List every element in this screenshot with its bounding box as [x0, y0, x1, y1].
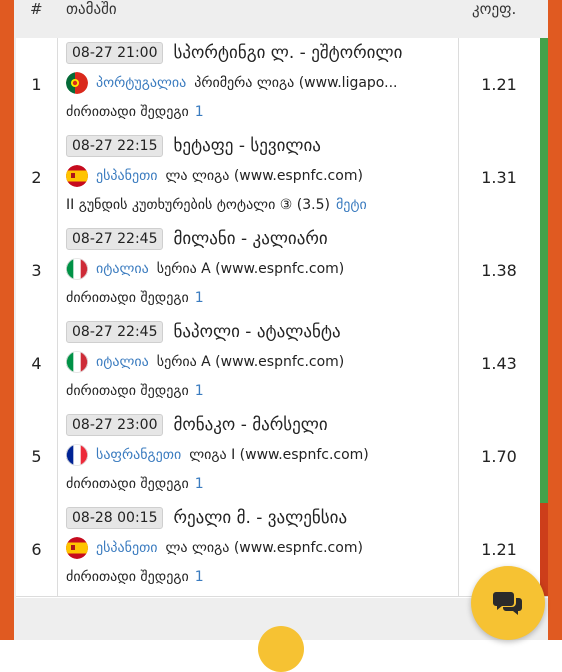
match-time: 08-27 22:15: [66, 135, 164, 157]
odds-value: 1.31: [481, 168, 517, 187]
frame-right: [548, 0, 562, 640]
league-name: სერია A (www.espnfc.com): [156, 261, 345, 277]
spain-flag-icon: [66, 537, 88, 559]
market-name: ძირითადი შედეგი: [66, 476, 189, 492]
row-main: 08-27 22:45 ნაპოლი - ატალანტა იტალია სერი…: [58, 317, 459, 410]
match-time: 08-27 21:00: [66, 42, 164, 64]
match-name[interactable]: რეალი მ. - ვალენსია: [173, 508, 347, 528]
country-link[interactable]: ესპანეთი: [96, 540, 158, 556]
match-time: 08-28 00:15: [66, 507, 164, 529]
row-number: 2: [16, 131, 58, 224]
market-name: ძირითადი შედეგი: [66, 104, 189, 120]
chat-bubbles-icon: [493, 592, 522, 615]
header-num: #: [30, 0, 43, 18]
france-flag-icon: [66, 444, 88, 466]
row-number: 5: [16, 410, 58, 503]
match-time: 08-27 22:45: [66, 321, 164, 343]
table-row[interactable]: 6 08-28 00:15 რეალი მ. - ვალენსია ესპანეთ…: [16, 503, 548, 597]
row-number: 3: [16, 224, 58, 317]
row-main: 08-27 21:00 სპორტინგი ლ. - ეშტორილი პორტუ…: [58, 38, 459, 131]
market-more-link[interactable]: მეტი: [336, 197, 367, 213]
country-link[interactable]: პორტუგალია: [96, 75, 186, 91]
league-name: სერია A (www.espnfc.com): [156, 354, 345, 370]
result-stripe-loss: [540, 503, 548, 596]
match-time: 08-27 22:45: [66, 228, 164, 250]
result-stripe-win: [540, 317, 548, 410]
row-main: 08-27 22:15 ხეტაფე - სევილია ესპანეთი ლა …: [58, 131, 459, 224]
match-name[interactable]: ნაპოლი - ატალანტა: [173, 322, 340, 342]
odds-value: 1.70: [481, 447, 517, 466]
market-count[interactable]: 1: [195, 569, 204, 585]
result-stripe-win: [540, 224, 548, 317]
scroll-button[interactable]: [258, 626, 304, 672]
result-stripe-win: [540, 38, 548, 131]
row-number: 1: [16, 38, 58, 131]
italy-flag-icon: [66, 351, 88, 373]
row-number: 4: [16, 317, 58, 410]
market-name: ძირითადი შედეგი: [66, 383, 189, 399]
match-name[interactable]: მილანი - კალიარი: [173, 229, 327, 249]
bets-panel: # თამაში კოეფ. 1 08-27 21:00 სპორტინგი ლ.…: [14, 0, 548, 640]
row-main: 08-28 00:15 რეალი მ. - ვალენსია ესპანეთი …: [58, 503, 459, 596]
country-link[interactable]: საფრანგეთი: [96, 447, 181, 463]
header-odds: კოეფ.: [472, 0, 517, 18]
row-main: 08-27 22:45 მილანი - კალიარი იტალია სერია…: [58, 224, 459, 317]
league-name: ლა ლიგა (www.espnfc.com): [165, 540, 363, 556]
table-header: # თამაში კოეფ.: [14, 0, 548, 38]
market-name: ძირითადი შედეგი: [66, 290, 189, 306]
league-name: პრიმერა ლიგა (www.ligapo...: [194, 75, 398, 91]
market-count[interactable]: 1: [195, 290, 204, 306]
row-main: 08-27 23:00 მონაკო - მარსელი საფრანგეთი ლ…: [58, 410, 459, 503]
match-name[interactable]: მონაკო - მარსელი: [173, 415, 327, 435]
result-stripe-win: [540, 131, 548, 224]
league-name: ლიგა I (www.espnfc.com): [189, 447, 369, 463]
odds-value: 1.21: [481, 75, 517, 94]
market-name: II გუნდის კუთხურების ტოტალი ③ (3.5): [66, 197, 330, 213]
bets-table: 1 08-27 21:00 სპორტინგი ლ. - ეშტორილი პორ…: [16, 38, 548, 598]
table-row[interactable]: 5 08-27 23:00 მონაკო - მარსელი საფრანგეთი…: [16, 410, 548, 504]
frame-left: [0, 0, 14, 640]
spain-flag-icon: [66, 165, 88, 187]
table-row[interactable]: 1 08-27 21:00 სპორტინგი ლ. - ეშტორილი პორ…: [16, 38, 548, 132]
country-link[interactable]: ესპანეთი: [96, 168, 158, 184]
table-row[interactable]: 3 08-27 22:45 მილანი - კალიარი იტალია სერ…: [16, 224, 548, 318]
country-link[interactable]: იტალია: [96, 354, 149, 370]
odds-value: 1.38: [481, 261, 517, 280]
market-count[interactable]: 1: [195, 383, 204, 399]
odds-value: 1.43: [481, 354, 517, 373]
match-time: 08-27 23:00: [66, 414, 164, 436]
league-name: ლა ლიგა (www.espnfc.com): [165, 168, 363, 184]
italy-flag-icon: [66, 258, 88, 280]
match-name[interactable]: სპორტინგი ლ. - ეშტორილი: [173, 43, 402, 63]
row-number: 6: [16, 503, 58, 596]
match-name[interactable]: ხეტაფე - სევილია: [173, 136, 320, 156]
market-count[interactable]: 1: [195, 104, 204, 120]
market-count[interactable]: 1: [195, 476, 204, 492]
market-name: ძირითადი შედეგი: [66, 569, 189, 585]
country-link[interactable]: იტალია: [96, 261, 149, 277]
result-stripe-win: [540, 410, 548, 503]
portugal-flag-icon: [66, 72, 88, 94]
table-row[interactable]: 4 08-27 22:45 ნაპოლი - ატალანტა იტალია სე…: [16, 317, 548, 411]
table-row[interactable]: 2 08-27 22:15 ხეტაფე - სევილია ესპანეთი ლ…: [16, 131, 548, 225]
chat-button[interactable]: [471, 566, 545, 640]
header-game: თამაში: [66, 0, 117, 18]
